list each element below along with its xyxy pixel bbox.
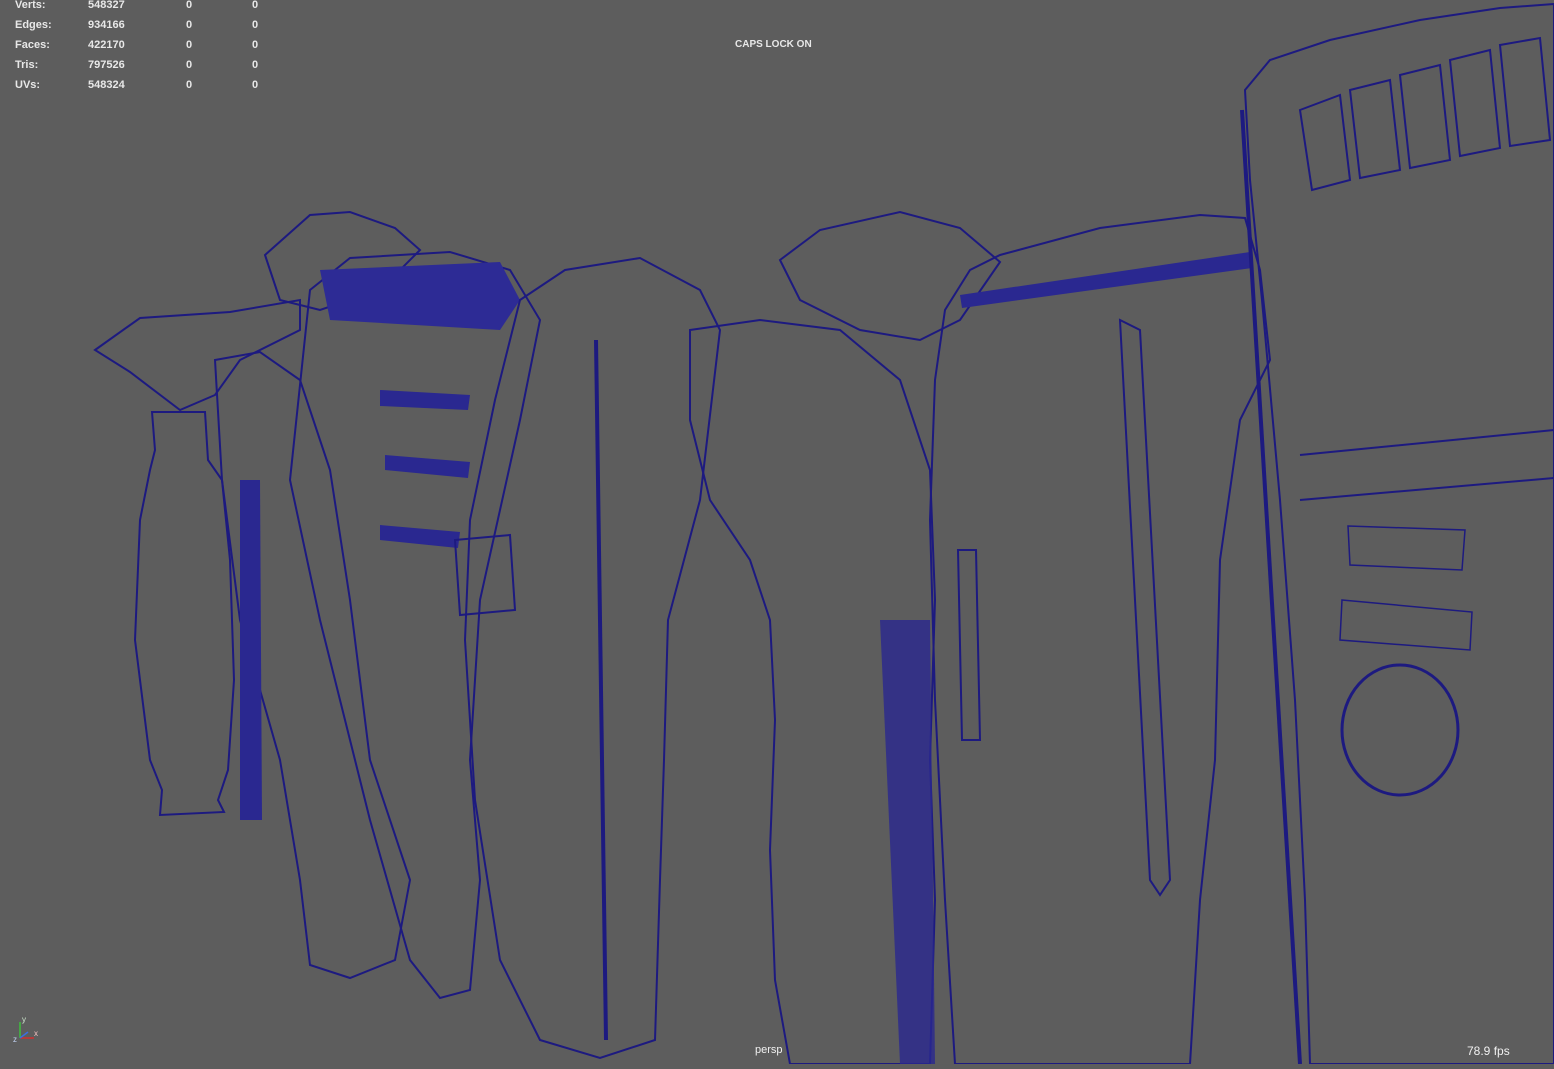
hud-row-verts: Verts: 548327 0 0 [15,0,275,20]
hud-row-tris: Tris: 797526 0 0 [15,59,275,80]
axis-gizmo-icon: y x z [13,1015,38,1044]
hud-total: 422170 [88,39,125,51]
mesh-scene[interactable] [0,0,1554,1065]
camera-name: persp [755,1044,783,1056]
mesh-shaver-5[interactable] [928,213,1272,1065]
axis-label-x: x [34,1029,38,1038]
hud-label: UVs: [15,79,41,91]
hud-selected: 0 [186,39,193,51]
hud-total: 548327 [88,0,125,11]
hud-component: 0 [252,79,259,91]
hud-total: 934166 [88,19,125,31]
mesh-shaver-2[interactable] [288,250,542,1000]
3d-viewport[interactable] [0,0,1554,1065]
hud-selected: 0 [186,19,193,31]
mesh-shaver-3[interactable] [453,256,722,1060]
hud-row-edges: Edges: 934166 0 0 [15,19,275,40]
mesh-shaver-4[interactable] [689,210,1002,1065]
caps-lock-indicator: CAPS LOCK ON [735,39,812,50]
poly-count-hud: Verts: 548327 0 0 Edges: 934166 0 0 Face… [15,0,275,100]
hud-label: Tris: [15,59,39,71]
hud-selected: 0 [186,0,193,11]
hud-label: Faces: [15,39,50,51]
hud-row-faces: Faces: 422170 0 0 [15,39,275,60]
fps-counter: 78.9 fps [1467,1044,1510,1058]
axis-label-z: z [13,1035,17,1044]
hud-total: 548324 [88,79,125,91]
mesh-shaver-1[interactable] [213,210,422,980]
mesh-shaver-6[interactable] [1240,2,1554,1065]
hud-total: 797526 [88,59,125,71]
hud-component: 0 [252,0,259,11]
hud-component: 0 [252,59,259,71]
hud-label: Verts: [15,0,46,11]
hud-selected: 0 [186,59,193,71]
hud-component: 0 [252,19,259,31]
axis-label-y: y [22,1015,26,1024]
mesh-safety-razor[interactable] [93,298,301,817]
hud-component: 0 [252,39,259,51]
hud-label: Edges: [15,19,52,31]
hud-selected: 0 [186,79,193,91]
hud-row-uvs: UVs: 548324 0 0 [15,79,275,100]
